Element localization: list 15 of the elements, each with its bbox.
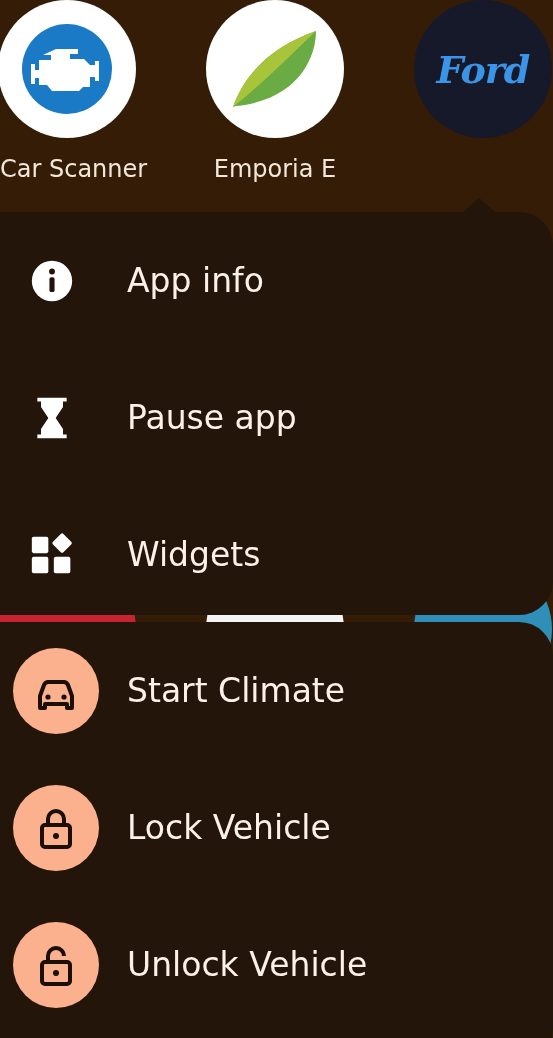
engine-app-icon[interactable] [0,0,136,138]
menu-item[interactable]: Widgets [0,486,553,623]
shortcut-item[interactable]: Start Climate [0,622,553,759]
leaf-app-icon[interactable] [206,0,344,138]
shortcut-item[interactable]: Unlock Vehicle [0,896,553,1033]
app-label: Car Scanner [0,154,148,184]
car-icon [13,647,99,734]
lock-icon [13,784,99,871]
unlock-icon [13,921,99,1008]
app-label: Emporia E [213,154,337,184]
menu-item[interactable]: Pause app [0,349,553,486]
shortcut-item[interactable]: Lock Vehicle [0,759,553,896]
info-icon [30,258,74,303]
logo-app-icon[interactable]: Ford [414,0,552,138]
menu-item[interactable]: App info [0,212,553,349]
